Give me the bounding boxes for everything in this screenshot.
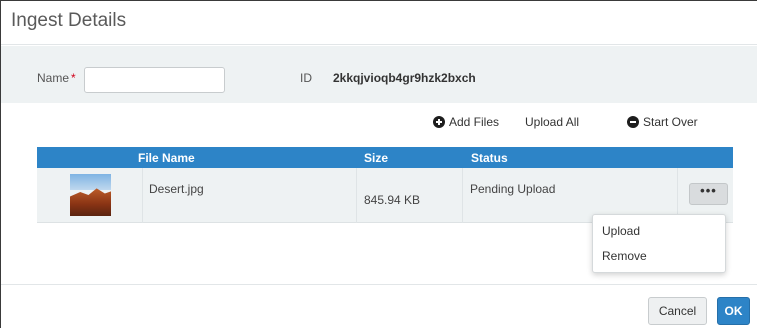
column-separator <box>462 168 463 223</box>
upload-all-label: Upload All <box>525 115 580 129</box>
id-label: ID <box>300 71 312 85</box>
table-header: File Name Size Status <box>37 147 733 168</box>
minus-circle-icon <box>627 116 639 128</box>
upload-all-button[interactable]: Upload All <box>525 115 579 129</box>
file-name-cell: Desert.jpg <box>149 182 204 196</box>
files-table: File Name Size Status Desert.jpg 845.94 … <box>37 147 733 223</box>
ok-button[interactable]: OK <box>717 297 750 325</box>
name-input[interactable] <box>84 67 225 93</box>
start-over-button[interactable]: Start Over <box>627 115 698 129</box>
thumbnail-rock <box>70 188 111 216</box>
thumbnail-sky <box>70 174 111 190</box>
column-separator <box>142 168 143 223</box>
name-label-text: Name <box>37 71 70 85</box>
column-size: Size <box>364 151 389 165</box>
cancel-button[interactable]: Cancel <box>648 297 707 325</box>
status-cell: Pending Upload <box>470 182 556 196</box>
dialog-header: Ingest Details <box>1 1 757 45</box>
plus-circle-icon <box>433 116 445 128</box>
id-value: 2kkqjvioqb4gr9hzk2bxch <box>333 71 476 85</box>
desert-thumbnail <box>70 174 111 216</box>
row-actions-menu: Upload Remove <box>592 214 726 273</box>
name-label: Name * <box>37 71 76 85</box>
menu-item-upload[interactable]: Upload <box>602 224 640 238</box>
column-file-name: File Name <box>138 151 195 165</box>
footer-divider <box>1 284 757 285</box>
ingest-details-dialog: Ingest Details Name * ID 2kkqjvioqb4gr9hz… <box>0 0 757 328</box>
required-marker: * <box>71 71 76 85</box>
ingest-form: Name * ID 2kkqjvioqb4gr9hzk2bxch <box>1 46 757 103</box>
dialog-title: Ingest Details <box>11 10 127 31</box>
column-status: Status <box>471 151 508 165</box>
column-separator <box>356 168 357 223</box>
size-cell: 845.94 KB <box>364 193 421 207</box>
menu-item-remove[interactable]: Remove <box>602 249 647 263</box>
add-files-label: Add Files <box>449 115 500 129</box>
file-actions: Add Files Upload All Start Over <box>1 115 757 131</box>
add-files-button[interactable]: Add Files <box>433 115 499 129</box>
row-actions-button[interactable]: ••• <box>689 183 728 205</box>
start-over-label: Start Over <box>643 115 698 129</box>
